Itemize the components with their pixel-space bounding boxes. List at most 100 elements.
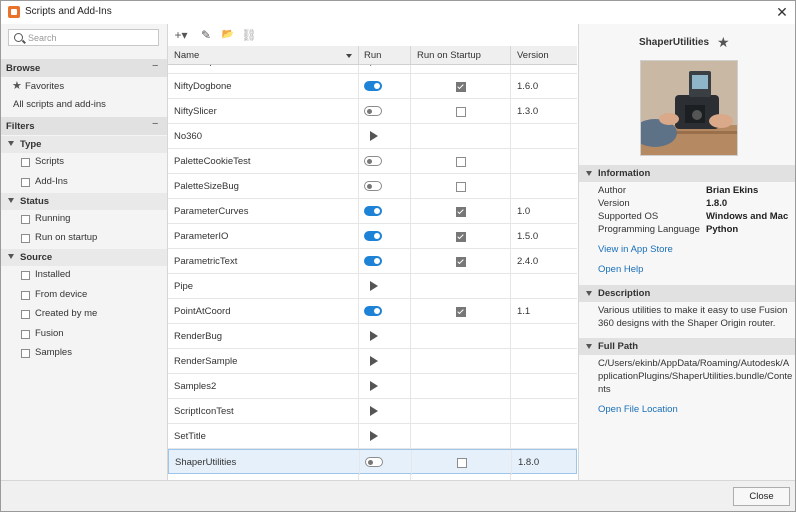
cell-divider bbox=[510, 424, 511, 449]
run-toggle[interactable] bbox=[364, 106, 382, 116]
cell-divider bbox=[358, 74, 359, 99]
column-run-on-startup[interactable]: Run on Startup bbox=[417, 50, 481, 61]
description-header[interactable]: Description bbox=[579, 285, 795, 302]
run-on-startup-checkbox[interactable] bbox=[456, 82, 466, 92]
run-on-startup-checkbox[interactable] bbox=[456, 207, 466, 217]
collapse-filters-icon[interactable]: − bbox=[152, 118, 158, 130]
run-on-startup-checkbox[interactable] bbox=[456, 257, 466, 267]
table-row[interactable]: No360 bbox=[168, 124, 577, 149]
run-toggle[interactable] bbox=[365, 457, 383, 467]
script-name: PaletteCookieTest bbox=[174, 156, 251, 167]
column-divider[interactable] bbox=[410, 46, 411, 64]
run-on-startup-checkbox[interactable] bbox=[456, 232, 466, 242]
filters-header[interactable]: Filters − bbox=[1, 117, 167, 135]
dialog-footer: Close bbox=[1, 480, 795, 511]
checkbox[interactable] bbox=[21, 271, 30, 280]
table-row[interactable]: ScriptIconTest bbox=[168, 399, 577, 424]
checkbox[interactable] bbox=[21, 234, 30, 243]
run-toggle[interactable] bbox=[364, 206, 382, 216]
open-folder-icon[interactable]: 📂 bbox=[220, 27, 236, 43]
checkbox[interactable] bbox=[21, 310, 30, 319]
search-input[interactable]: Search bbox=[8, 29, 159, 46]
run-on-startup-checkbox[interactable] bbox=[456, 107, 466, 117]
table-row[interactable]: SetTitle bbox=[168, 424, 577, 449]
table-row[interactable]: ParameterIO 1.5.0 bbox=[168, 224, 577, 249]
checkbox[interactable] bbox=[21, 215, 30, 224]
browse-favorites[interactable]: Favorites bbox=[25, 81, 64, 92]
checkbox[interactable] bbox=[21, 158, 30, 167]
column-version[interactable]: Version bbox=[517, 50, 549, 61]
cell-divider bbox=[358, 149, 359, 174]
cell-divider bbox=[510, 74, 511, 99]
checkbox[interactable] bbox=[21, 349, 30, 358]
filter-group-type[interactable]: Type bbox=[1, 136, 167, 153]
cell-divider bbox=[410, 374, 411, 399]
full-path-header[interactable]: Full Path bbox=[579, 338, 795, 355]
run-play-icon[interactable] bbox=[370, 65, 378, 66]
run-on-startup-checkbox[interactable] bbox=[456, 182, 466, 192]
filter-group-label: Status bbox=[20, 196, 50, 207]
browse-header[interactable]: Browse − bbox=[1, 59, 167, 77]
table-row[interactable]: RenderBug bbox=[168, 324, 577, 349]
collapse-browse-icon[interactable]: − bbox=[152, 60, 158, 72]
run-toggle[interactable] bbox=[364, 231, 382, 241]
run-play-icon[interactable] bbox=[370, 356, 378, 366]
column-divider[interactable] bbox=[358, 46, 359, 64]
filter-group-source[interactable]: Source bbox=[1, 249, 167, 266]
run-toggle[interactable] bbox=[364, 156, 382, 166]
details-panel: ShaperUtilities ★ Information Author Bri… bbox=[578, 24, 795, 480]
cell-divider bbox=[358, 424, 359, 449]
table-row[interactable]: Pipe bbox=[168, 274, 577, 299]
run-play-icon[interactable] bbox=[370, 431, 378, 441]
table-row[interactable]: RenderSample bbox=[168, 349, 577, 374]
run-on-startup-checkbox[interactable] bbox=[456, 307, 466, 317]
script-version: 2.4.0 bbox=[517, 256, 539, 267]
scripts-table-body: NewScript1 NiftyDogbone 1.6.0 NiftySlicer 1.… bbox=[168, 65, 577, 480]
checkbox[interactable] bbox=[21, 291, 30, 300]
column-run[interactable]: Run bbox=[364, 50, 381, 61]
table-row[interactable]: NiftySlicer 1.3.0 bbox=[168, 99, 577, 124]
checkbox[interactable] bbox=[21, 178, 30, 187]
filter-group-status[interactable]: Status bbox=[1, 193, 167, 210]
run-on-startup-checkbox[interactable] bbox=[457, 458, 467, 468]
run-on-startup-checkbox[interactable] bbox=[456, 157, 466, 167]
unlink-icon[interactable]: ⛓ bbox=[241, 27, 257, 43]
browse-all[interactable]: All scripts and add-ins bbox=[13, 99, 106, 110]
column-name[interactable]: Name bbox=[174, 50, 199, 61]
sort-desc-icon[interactable] bbox=[346, 54, 352, 58]
table-row[interactable]: ParametricText 2.4.0 bbox=[168, 249, 577, 274]
open-help-link[interactable]: Open Help bbox=[598, 264, 643, 275]
run-toggle[interactable] bbox=[364, 256, 382, 266]
run-play-icon[interactable] bbox=[370, 281, 378, 291]
table-row[interactable]: ShaperUtilities 1.8.0 bbox=[168, 449, 577, 475]
run-play-icon[interactable] bbox=[370, 406, 378, 416]
view-in-app-store-link[interactable]: View in App Store bbox=[598, 244, 673, 255]
column-divider[interactable] bbox=[510, 46, 511, 64]
run-play-icon[interactable] bbox=[370, 331, 378, 341]
run-toggle[interactable] bbox=[364, 181, 382, 191]
run-play-icon[interactable] bbox=[370, 381, 378, 391]
close-button[interactable]: Close bbox=[733, 487, 790, 506]
cell-divider bbox=[410, 65, 411, 74]
table-row[interactable]: ParameterCurves 1.0 bbox=[168, 199, 577, 224]
run-toggle[interactable] bbox=[364, 81, 382, 91]
table-row[interactable]: NewScript1 bbox=[168, 65, 577, 74]
info-key: Author bbox=[598, 185, 626, 196]
table-row[interactable]: NiftyDogbone 1.6.0 bbox=[168, 74, 577, 99]
add-dropdown-button[interactable]: +▾ bbox=[171, 27, 191, 43]
table-row[interactable]: PointAtCoord 1.1 bbox=[168, 299, 577, 324]
table-row[interactable]: PaletteSizeBug bbox=[168, 174, 577, 199]
close-window-icon[interactable]: ✕ bbox=[773, 3, 791, 21]
table-row[interactable]: PaletteCookieTest bbox=[168, 149, 577, 174]
table-row[interactable]: Samples2 bbox=[168, 374, 577, 399]
checkbox[interactable] bbox=[21, 330, 30, 339]
run-play-icon[interactable] bbox=[370, 131, 378, 141]
information-header[interactable]: Information bbox=[579, 165, 795, 182]
edit-pencil-icon[interactable]: ✎ bbox=[198, 27, 214, 43]
favorite-star-icon[interactable]: ★ bbox=[717, 34, 730, 51]
open-file-location-link[interactable]: Open File Location bbox=[598, 404, 678, 415]
filter-label: Running bbox=[35, 213, 71, 224]
cell-divider bbox=[510, 65, 511, 74]
browse-label: Browse bbox=[6, 63, 41, 74]
run-toggle[interactable] bbox=[364, 306, 382, 316]
